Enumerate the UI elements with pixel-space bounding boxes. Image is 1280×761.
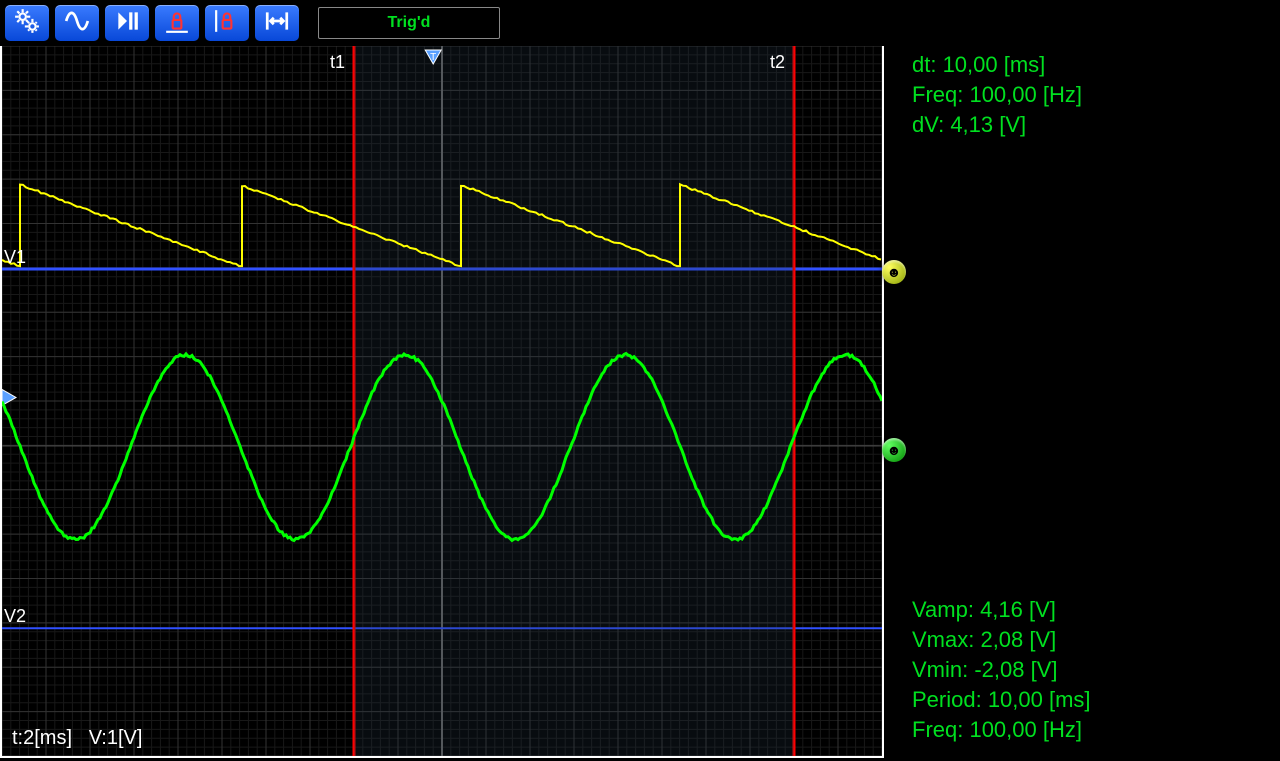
- signal-button[interactable]: [54, 4, 100, 42]
- svg-text:T: T: [430, 52, 436, 63]
- settings-icon: [14, 8, 40, 39]
- volt-div-label: V:1[V]: [89, 727, 143, 749]
- readout-freq: Freq: 100,00 [Hz]: [912, 80, 1082, 110]
- readout-dv: dV: 4,13 [V]: [912, 110, 1082, 140]
- toolbar: Trig'd: [4, 4, 500, 42]
- readout-vamp: Vamp: 4,16 [V]: [912, 595, 1091, 625]
- play-pause-button[interactable]: [104, 4, 150, 42]
- scope-canvas: T: [2, 46, 882, 756]
- oscilloscope-display[interactable]: T t1 t2 V1 V2 t:2[ms] V:1[V]: [0, 46, 884, 758]
- readout-freq2: Freq: 100,00 [Hz]: [912, 715, 1091, 745]
- lock-v-icon: [214, 8, 240, 39]
- lock-h-icon: [164, 8, 190, 39]
- lock-v-button[interactable]: [204, 4, 250, 42]
- settings-button[interactable]: [4, 4, 50, 42]
- readout-dt: dt: 10,00 [ms]: [912, 50, 1082, 80]
- time-div-label: t:2[ms]: [12, 727, 72, 749]
- measurement-readout: Vamp: 4,16 [V] Vmax: 2,08 [V] Vmin: -2,0…: [912, 595, 1091, 745]
- readout-vmin: Vmin: -2,08 [V]: [912, 655, 1091, 685]
- trigger-status: Trig'd: [318, 7, 500, 39]
- cursor-readout: dt: 10,00 [ms] Freq: 100,00 [Hz] dV: 4,1…: [912, 50, 1082, 140]
- readout-period: Period: 10,00 [ms]: [912, 685, 1091, 715]
- fit-width-icon: [264, 8, 290, 39]
- readout-vmax: Vmax: 2,08 [V]: [912, 625, 1091, 655]
- channel-1-marker[interactable]: ☻: [882, 260, 906, 284]
- lock-h-button[interactable]: [154, 4, 200, 42]
- trigger-status-label: Trig'd: [388, 14, 431, 32]
- axis-readout: t:2[ms] V:1[V]: [12, 727, 142, 750]
- fit-width-button[interactable]: [254, 4, 300, 42]
- smiley-icon: ☻: [887, 442, 902, 458]
- channel-2-marker[interactable]: ☻: [882, 438, 906, 462]
- play-pause-icon: [114, 8, 140, 39]
- sine-icon: [64, 8, 90, 39]
- smiley-icon: ☻: [887, 264, 902, 280]
